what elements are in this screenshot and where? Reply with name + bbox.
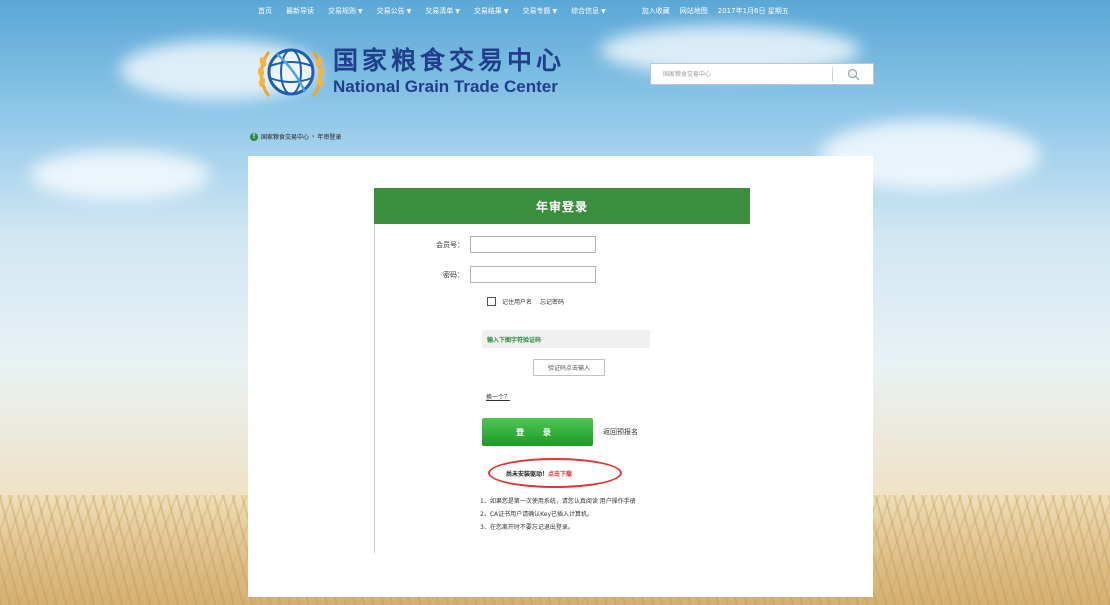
forgot-password-link[interactable]: 忘记密码 (540, 297, 564, 306)
nav-item-label: 交易公告 (376, 7, 405, 15)
remember-label: 记住用户名 (502, 299, 533, 306)
captcha-prompt: 输入下图字符验证码 (482, 330, 650, 348)
nav-item-label: 交易规则 (328, 7, 356, 15)
nav-item-latest[interactable]: 最新导读 (286, 6, 314, 16)
change-captcha-link[interactable]: 换一个？ (486, 392, 510, 401)
topnav-right-links: 加入收藏 网站地图 2017年1月6日 星期五 (642, 6, 789, 16)
site-logo[interactable]: 国家粮食交易中心 National Grain Trade Center (255, 40, 565, 104)
driver-download-link[interactable]: 点击下载 (548, 471, 572, 478)
member-row: 会员号： (432, 236, 596, 253)
globe-wheat-logo-icon (257, 48, 325, 97)
login-panel: 年审登录 会员号： 密码： 记住用户名 忘记密码 输入下图字符验证码 验证码点击… (248, 156, 873, 597)
driver-notice-text: 尚未安装驱动！ (506, 471, 549, 478)
logo-title-en: National Grain Trade Center (333, 77, 558, 96)
chevron-down-icon: ▼ (406, 8, 412, 15)
search-button[interactable] (833, 64, 873, 84)
site-search (650, 63, 874, 85)
nav-item-label: 交易专题 (522, 7, 551, 15)
password-label: 密码： (443, 270, 464, 279)
current-date: 2017年1月6日 星期五 (717, 7, 789, 15)
nav-item-label: 交易清单 (425, 7, 454, 15)
search-input[interactable] (651, 64, 832, 84)
chevron-down-icon: ▼ (552, 8, 558, 15)
logo-title-cn: 国家粮食交易中心 (333, 46, 566, 75)
breadcrumb: ! 国家粮食交易中心 › 年审登录 (250, 132, 341, 141)
login-button[interactable]: 登 录 (482, 418, 593, 446)
instruction-item: 1、如果您是第一次使用系统，请您认真阅读 用户操作手册 (480, 498, 636, 505)
nav-item-results[interactable]: 交易结果 ▼ (474, 6, 509, 16)
nav-item-info[interactable]: 综合信息 ▼ (571, 6, 606, 16)
chevron-down-icon: ▼ (358, 8, 363, 15)
member-label: 会员号： (436, 240, 464, 249)
login-title: 年审登录 (374, 188, 750, 224)
breadcrumb-separator: › (312, 133, 315, 140)
instruction-item: 2、CA证书用户请确认Key已插入计算机。 (480, 511, 593, 518)
back-to-preregistration-link[interactable]: 返回预报名 (603, 427, 638, 437)
top-navigation: 首页 最新导读 交易规则 ▼ 交易公告 ▼ 交易清单 ▼ 交易结果 ▼ 交易专题 ▼ 综合… (258, 0, 789, 22)
chevron-down-icon: ▼ (601, 8, 606, 15)
captcha-input[interactable]: 验证码点击输入 (533, 359, 605, 376)
chevron-down-icon: ▼ (455, 8, 460, 15)
nav-item-rules[interactable]: 交易规则 ▼ (328, 6, 363, 16)
add-favorite-link[interactable]: 加入收藏 (642, 6, 670, 16)
password-row: 密码： (432, 266, 596, 283)
remember-row: 记住用户名 忘记密码 (487, 297, 564, 306)
remember-checkbox[interactable] (487, 297, 496, 306)
breadcrumb-current: 年审登录 (317, 134, 342, 141)
driver-notice: 尚未安装驱动！点击下载 (506, 469, 572, 478)
instructions-list: 1、如果您是第一次使用系统，请您认真阅读 用户操作手册 2、CA证书用户请确认K… (480, 495, 636, 534)
member-id-input[interactable] (470, 236, 596, 253)
cloud-decoration (30, 150, 210, 200)
search-icon (847, 68, 859, 80)
breadcrumb-home[interactable]: 国家粮食交易中心 (261, 132, 309, 141)
chevron-down-icon: ▼ (503, 8, 509, 15)
logo-texts: 国家粮食交易中心 National Grain Trade Center (333, 47, 565, 97)
info-icon: ! (250, 132, 258, 141)
password-input[interactable] (470, 266, 596, 283)
panel-divider (374, 224, 375, 554)
nav-item-announcements[interactable]: 交易公告 ▼ (377, 6, 412, 16)
instruction-item: 3、在您离开时不要忘记退出登录。 (480, 524, 574, 531)
sitemap-link[interactable]: 网站地图 (680, 6, 708, 16)
nav-item-label: 交易结果 (473, 7, 502, 15)
nav-item-label: 综合信息 (571, 7, 600, 15)
nav-item-home[interactable]: 首页 (258, 6, 272, 16)
nav-item-lists[interactable]: 交易清单 ▼ (425, 6, 460, 16)
nav-item-topics[interactable]: 交易专题 ▼ (523, 6, 558, 16)
